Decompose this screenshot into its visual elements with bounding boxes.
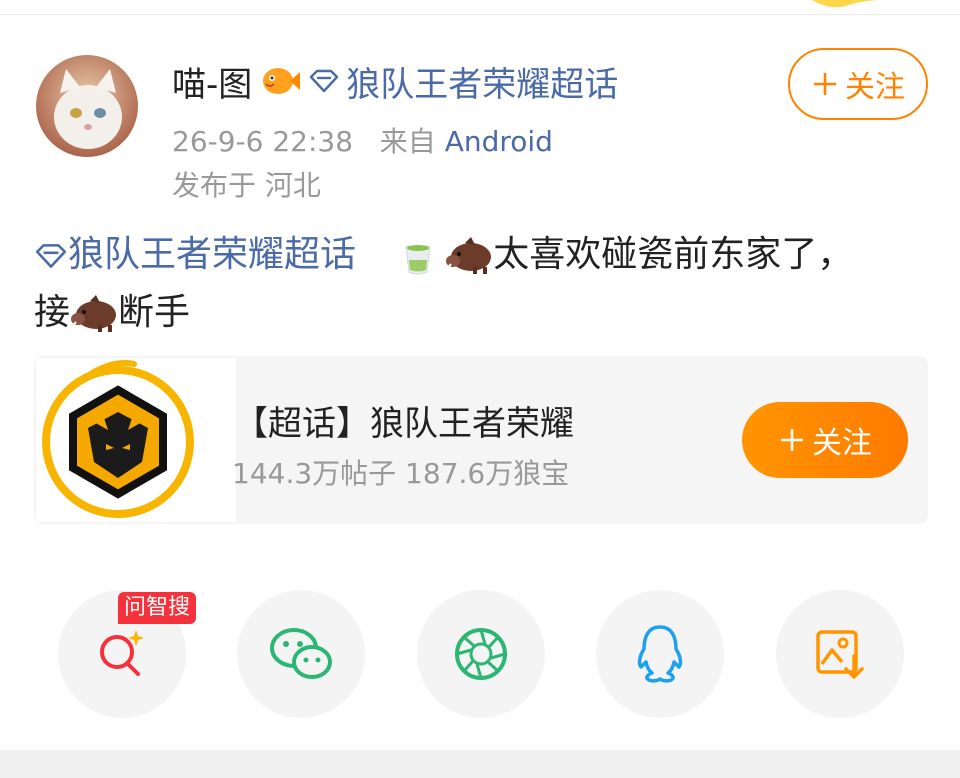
topic-name: 狼队王者荣耀超话 [346,64,619,105]
body-text-line2-prefix: 接 [34,292,71,333]
post-location: 发布于 河北 [172,169,321,202]
share-moments-button[interactable] [417,590,545,718]
moments-icon [455,628,507,680]
username[interactable]: 喵-图 [172,57,252,106]
share-qq-button[interactable] [596,590,724,718]
save-image-icon [816,630,864,679]
save-image-button[interactable] [776,590,904,718]
super-topic-icon [35,244,67,268]
top-divider [0,14,960,15]
follow-user-label: 关注 [845,70,905,105]
qq-icon [637,625,683,683]
post-meta: 26-9-6 22:38 来自 Android [172,120,553,160]
source-prefix: 来自 [379,125,436,158]
fish-badge-icon [263,68,301,94]
tea-emoji-icon [405,245,431,275]
card-stats: 144.3万帖子 187.6万狼宝 [232,457,570,490]
body-topic-link[interactable]: 狼队王者荣耀超话 [34,234,367,275]
ai-search-badge: 问智搜 [118,592,197,624]
super-topic-icon [310,69,339,93]
post-content: 狼队王者荣耀超话 太喜欢碰瓷前东家了， 接 断手 [34,226,924,342]
plus-icon [814,73,836,95]
body-text-line1: 太喜欢碰瓷前东家了， [493,234,854,275]
super-topic-card[interactable]: 【超话】狼队王者荣耀 144.3万帖子 187.6万狼宝 关注 [34,356,928,524]
boar-emoji-icon [71,295,117,332]
decoration-icon [812,0,882,8]
follow-topic-label: 关注 [812,426,872,461]
follow-user-button[interactable]: 关注 [788,48,928,120]
ai-search-icon [100,630,144,676]
bottom-divider [0,750,960,778]
follow-topic-button[interactable]: 关注 [742,402,908,478]
post-timestamp: 26-9-6 22:38 [172,125,354,158]
card-title: 【超话】狼队王者荣耀 [234,404,574,444]
body-topic-text: 狼队王者荣耀超话 [68,234,357,275]
wolves-logo [36,358,236,522]
avatar[interactable] [36,55,138,157]
wechat-icon [270,628,332,679]
body-text-line2-suffix: 断手 [118,292,191,333]
share-wechat-button[interactable] [237,590,365,718]
boar-emoji-icon [446,237,492,274]
topic-link[interactable]: 狼队王者荣耀超话 [308,57,618,106]
post-source[interactable]: Android [445,125,553,158]
plus-icon [781,429,803,451]
